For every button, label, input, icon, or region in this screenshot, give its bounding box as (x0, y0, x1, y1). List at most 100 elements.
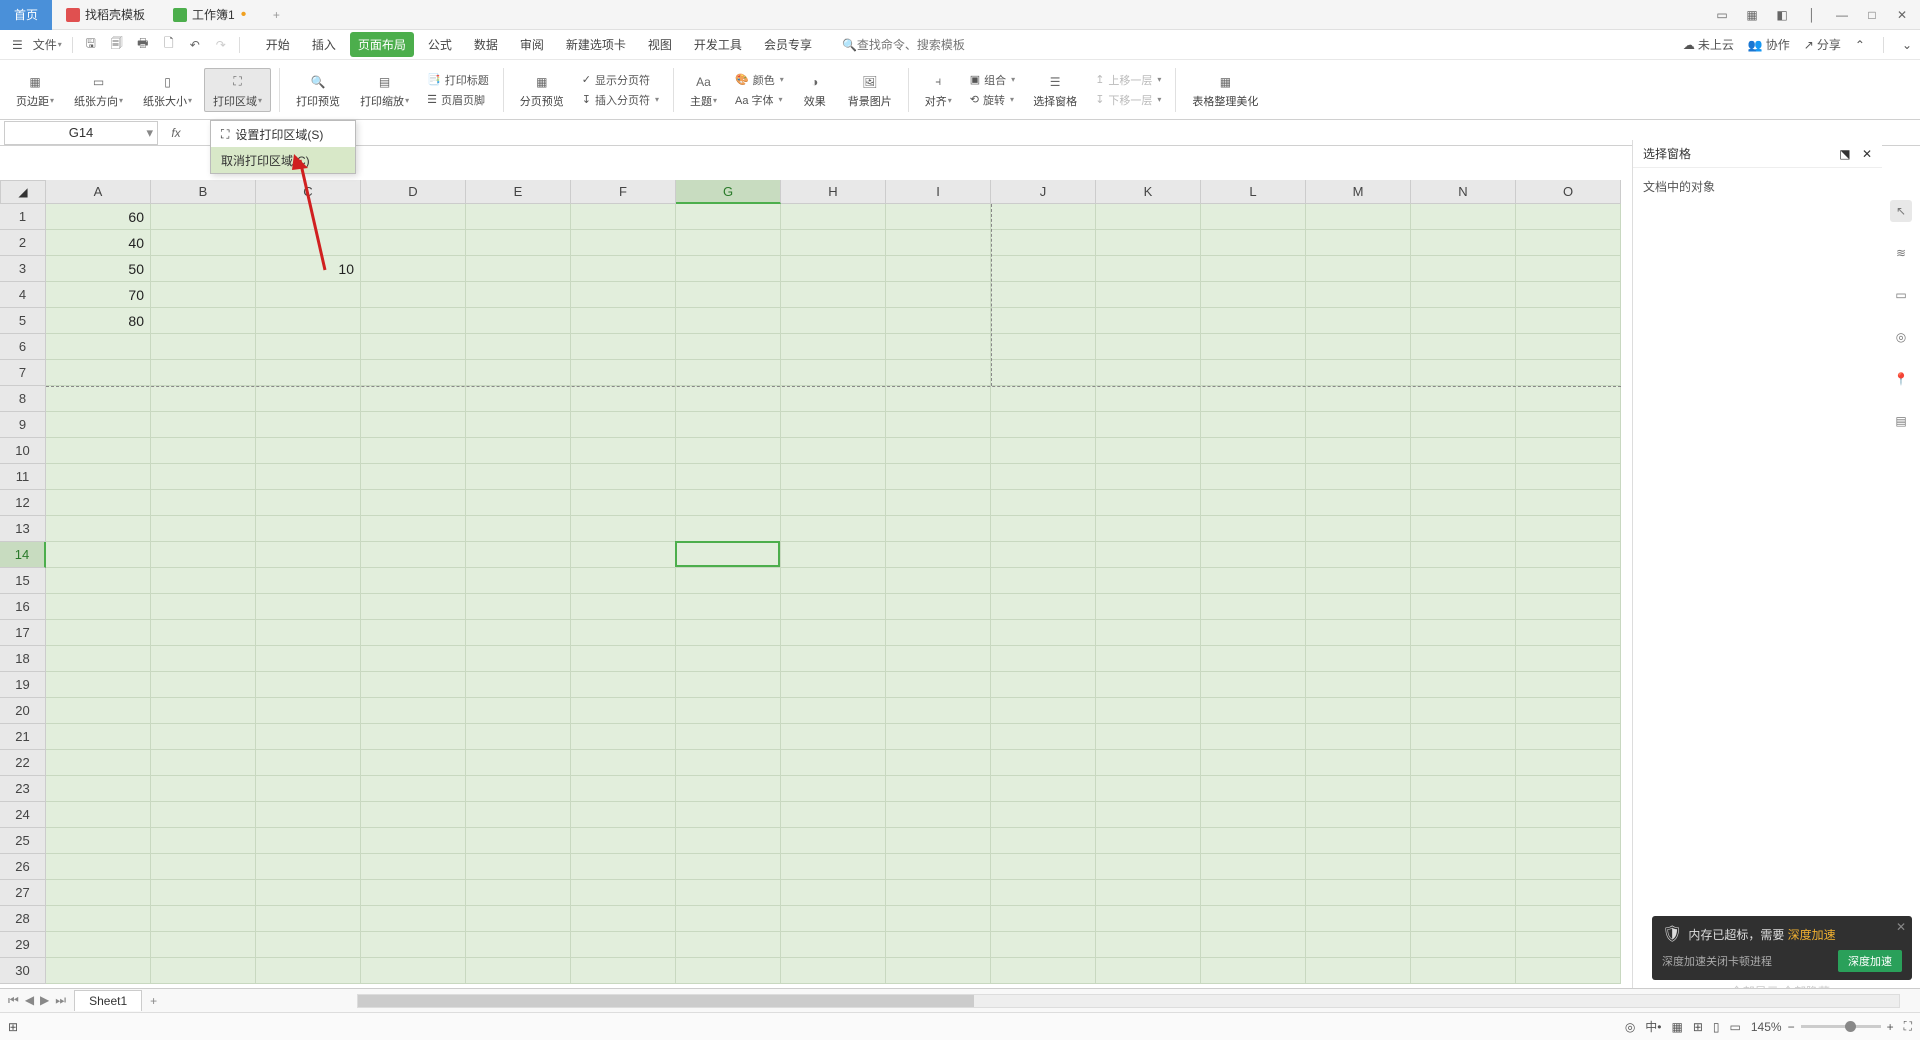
cell[interactable] (991, 750, 1096, 776)
tablebeautify-button[interactable]: ▦表格整理美化 (1184, 69, 1266, 111)
row-header-13[interactable]: 13 (0, 516, 46, 542)
cell[interactable] (781, 438, 886, 464)
cell[interactable] (781, 230, 886, 256)
cell[interactable] (1411, 672, 1516, 698)
view-reading-icon[interactable]: ▭ (1730, 1020, 1741, 1034)
cell[interactable] (466, 724, 571, 750)
cell[interactable] (151, 438, 256, 464)
cell[interactable] (151, 646, 256, 672)
cell[interactable] (151, 672, 256, 698)
cell[interactable] (46, 958, 151, 984)
cell[interactable] (571, 568, 676, 594)
cell[interactable] (256, 230, 361, 256)
bgimage-button[interactable]: 🖼背景图片 (840, 69, 900, 111)
printpreview-button[interactable]: 🔍打印预览 (288, 69, 348, 111)
cell[interactable] (46, 334, 151, 360)
showbreaks-button[interactable]: ✓ 显示分页符 (582, 72, 659, 88)
cell[interactable] (256, 412, 361, 438)
cell[interactable] (151, 958, 256, 984)
align-button[interactable]: ⫞对齐▾ (917, 69, 960, 111)
col-header-N[interactable]: N (1411, 180, 1516, 204)
cell[interactable] (1096, 360, 1201, 386)
cell[interactable] (256, 282, 361, 308)
cell[interactable] (1516, 204, 1621, 230)
col-header-B[interactable]: B (151, 180, 256, 204)
cell[interactable] (361, 204, 466, 230)
cell[interactable] (781, 880, 886, 906)
cell[interactable]: 10 (256, 256, 361, 282)
cell[interactable] (46, 490, 151, 516)
cell[interactable] (571, 828, 676, 854)
cell[interactable] (151, 204, 256, 230)
movedown-button[interactable]: ↧ 下移一层▾ (1095, 92, 1161, 108)
chevron-down-icon[interactable]: ▾ (146, 125, 153, 141)
cell[interactable] (466, 854, 571, 880)
row-header-8[interactable]: 8 (0, 386, 46, 412)
cell[interactable] (256, 802, 361, 828)
cell[interactable] (46, 672, 151, 698)
cell[interactable] (1306, 880, 1411, 906)
cell[interactable] (991, 438, 1096, 464)
cell[interactable] (46, 516, 151, 542)
cell[interactable] (256, 386, 361, 412)
cell[interactable] (466, 464, 571, 490)
cell[interactable] (466, 672, 571, 698)
cell[interactable] (1516, 282, 1621, 308)
printscale-button[interactable]: ▤打印缩放▾ (352, 69, 417, 111)
cell[interactable] (886, 438, 991, 464)
cell[interactable] (571, 958, 676, 984)
cell[interactable] (361, 386, 466, 412)
row-header-26[interactable]: 26 (0, 854, 46, 880)
row-header-1[interactable]: 1 (0, 204, 46, 230)
cell[interactable] (781, 698, 886, 724)
cell[interactable] (466, 646, 571, 672)
cell[interactable] (1201, 932, 1306, 958)
cell[interactable] (1096, 880, 1201, 906)
cell[interactable] (256, 542, 361, 568)
cell[interactable] (1306, 750, 1411, 776)
rtab-dev[interactable]: 开发工具 (686, 32, 750, 57)
close-icon[interactable]: ✕ (1862, 147, 1872, 161)
cell[interactable] (46, 776, 151, 802)
cell[interactable] (151, 464, 256, 490)
cell[interactable] (1411, 594, 1516, 620)
cell[interactable] (571, 724, 676, 750)
cell[interactable] (571, 360, 676, 386)
pin-icon[interactable]: ⬔ (1839, 147, 1850, 161)
cell[interactable] (571, 880, 676, 906)
tool-icon[interactable]: ▭ (1890, 284, 1912, 306)
cell[interactable] (1411, 932, 1516, 958)
cell[interactable] (466, 542, 571, 568)
cell[interactable] (886, 932, 991, 958)
cell[interactable] (1306, 828, 1411, 854)
cell[interactable] (151, 542, 256, 568)
cell[interactable] (1516, 724, 1621, 750)
cell[interactable]: 40 (46, 230, 151, 256)
cell[interactable] (1201, 386, 1306, 412)
cell[interactable] (886, 646, 991, 672)
cell[interactable] (1306, 932, 1411, 958)
next-icon[interactable]: ▶ (40, 993, 49, 1008)
cell[interactable] (571, 620, 676, 646)
cell[interactable] (676, 724, 781, 750)
cell[interactable] (46, 594, 151, 620)
cell[interactable] (1096, 932, 1201, 958)
cell[interactable] (676, 854, 781, 880)
cell[interactable] (571, 542, 676, 568)
cell[interactable] (361, 490, 466, 516)
cell[interactable] (466, 828, 571, 854)
cell[interactable] (1306, 776, 1411, 802)
cell[interactable] (676, 776, 781, 802)
cell[interactable] (256, 828, 361, 854)
cell[interactable] (886, 360, 991, 386)
row-header-2[interactable]: 2 (0, 230, 46, 256)
cell[interactable] (1096, 438, 1201, 464)
maximize-icon[interactable]: □ (1862, 5, 1882, 25)
cell[interactable] (151, 932, 256, 958)
cell[interactable] (256, 308, 361, 334)
cell[interactable] (886, 490, 991, 516)
cell[interactable] (886, 776, 991, 802)
insertbreak-button[interactable]: ↧ 插入分页符▾ (582, 92, 659, 108)
rtab-view[interactable]: 视图 (640, 32, 680, 57)
cell[interactable] (46, 932, 151, 958)
